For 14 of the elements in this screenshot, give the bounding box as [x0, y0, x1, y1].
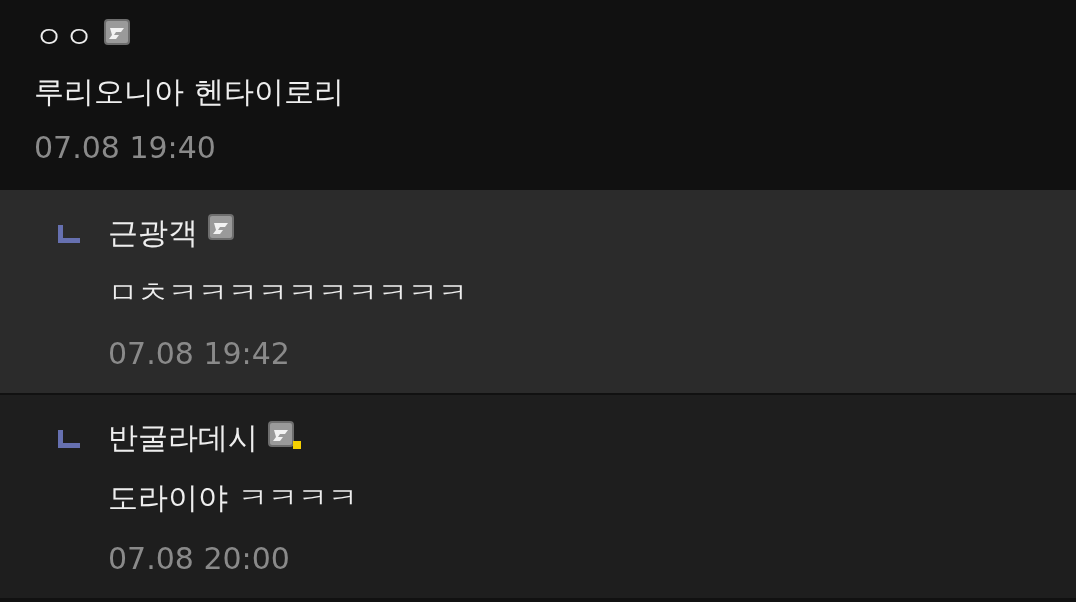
comment-text: 루리오니아 헨타이로리	[34, 73, 345, 111]
comment-author: ㅇㅇ	[34, 18, 94, 56]
comment-time: 07.08 19:42	[108, 334, 291, 373]
comment-text: 도라이야 ㅋㅋㅋㅋ	[108, 478, 358, 517]
comment-author: 근광객	[108, 213, 198, 252]
badge-icon	[104, 18, 130, 45]
badge-icon	[208, 214, 234, 240]
comment-text: ㅁㅊㅋㅋㅋㅋㅋㅋㅋㅋㅋㅋ	[108, 273, 468, 312]
badge-icon	[268, 421, 302, 451]
comment-author: 반굴라데시	[108, 418, 258, 457]
comment-time: 07.08 20:00	[108, 539, 291, 578]
reply-arrow-icon	[58, 225, 80, 243]
comment-time: 07.08 19:40	[34, 129, 217, 167]
reply-arrow-icon	[58, 430, 80, 448]
